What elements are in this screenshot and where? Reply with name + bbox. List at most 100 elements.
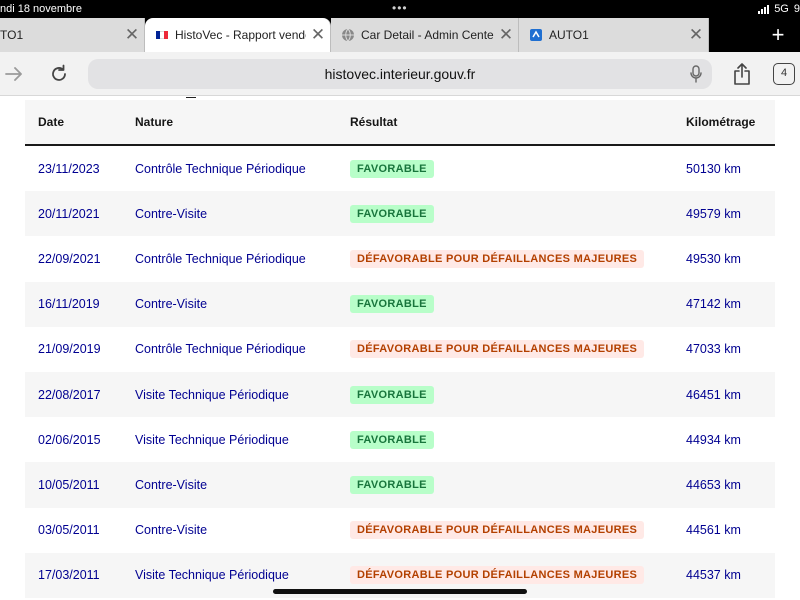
row-date: 20/11/2021: [38, 206, 100, 221]
tabs-icon[interactable]: 4: [773, 63, 795, 85]
header-result: Résultat: [350, 115, 398, 129]
table-row: 10/05/2011 Contre-Visite FAVORABLE 44653 km: [25, 462, 775, 508]
table-body: 23/11/2023 Contrôle Technique Périodique F…: [25, 146, 775, 598]
row-nature: Visite Technique Périodique: [135, 387, 289, 402]
row-nature: Contre-Visite: [135, 477, 208, 492]
header-date: Date: [38, 115, 65, 129]
plus-icon[interactable]: +: [756, 18, 800, 52]
row-date: 21/09/2019: [38, 342, 101, 357]
status-badge: FAVORABLE: [350, 430, 434, 449]
table-row: 20/11/2021 Contre-Visite FAVORABLE 49579 km: [25, 191, 775, 237]
row-date: 16/11/2019: [38, 297, 100, 312]
table-row: 21/09/2019 Contrôle Technique Périodique D…: [25, 327, 775, 372]
tab-bar: TO1 ✕ HistoVec - Rapport vendeur ✕ Car D…: [0, 18, 800, 52]
status-badge: DÉFAVORABLE POUR DÉFAILLANCES MAJEURES: [350, 566, 645, 585]
status-datetime: ndi 18 novembre: [0, 3, 82, 15]
close-icon[interactable]: ✕: [684, 25, 708, 45]
status-badge: DÉFAVORABLE POUR DÉFAILLANCES MAJEURES: [350, 249, 645, 268]
close-icon[interactable]: ✕: [494, 25, 518, 45]
table-row: 22/09/2021 Contrôle Technique Périodique D…: [25, 236, 775, 281]
row-mileage: 49579 km: [686, 206, 741, 221]
flag-icon: [155, 28, 169, 42]
row-mileage: 47142 km: [686, 297, 741, 312]
status-badge: DÉFAVORABLE POUR DÉFAILLANCES MAJEURES: [350, 340, 645, 359]
url-text: histovec.interieur.gouv.fr: [324, 66, 476, 82]
row-nature: Contrôle Technique Périodique: [135, 342, 306, 357]
table-row: 03/05/2011 Contre-Visite DÉFAVORABLE POUR …: [25, 508, 775, 553]
signal-icon: [758, 4, 770, 14]
share-icon[interactable]: [730, 60, 754, 88]
table-row: 22/08/2017 Visite Technique Périodique FAV…: [25, 371, 775, 418]
auto1-icon: [529, 28, 543, 42]
table-header: Date Nature Résultat Kilométrage: [25, 100, 775, 146]
tab-title: AUTO1: [549, 28, 589, 42]
globe-icon: [341, 28, 355, 42]
table-row: 16/11/2019 Contre-Visite FAVORABLE 47142 km: [25, 281, 775, 327]
status-bar: ndi 18 novembre ••• 5G 9: [0, 0, 800, 18]
row-nature: Contrôle Technique Périodique: [135, 251, 306, 266]
inspection-history-table: Date Nature Résultat Kilométrage 23/11/2…: [25, 100, 775, 598]
row-result: DÉFAVORABLE POUR DÉFAILLANCES MAJEURES: [350, 521, 686, 540]
status-badge: DÉFAVORABLE POUR DÉFAILLANCES MAJEURES: [350, 521, 645, 540]
row-date: 22/09/2021: [38, 251, 101, 266]
status-badge: FAVORABLE: [350, 475, 434, 494]
tab-title: Car Detail - Admin Center: [361, 28, 494, 42]
row-result: FAVORABLE: [350, 475, 686, 494]
header-mileage: Kilométrage: [686, 115, 756, 129]
network-label: 5G: [774, 3, 789, 15]
tab-title: TO1: [0, 28, 24, 42]
row-mileage: 44934 km: [686, 432, 741, 447]
page-content: Date Nature Résultat Kilométrage 23/11/2…: [0, 97, 800, 600]
row-result: FAVORABLE: [350, 159, 686, 178]
forward-icon[interactable]: [2, 60, 26, 88]
row-nature: Contre-Visite: [135, 297, 208, 312]
browser-toolbar: histovec.interieur.gouv.fr 4: [0, 52, 800, 96]
row-result: DÉFAVORABLE POUR DÉFAILLANCES MAJEURES: [350, 566, 686, 585]
row-result: FAVORABLE: [350, 430, 686, 449]
row-mileage: 50130 km: [686, 161, 741, 176]
row-date: 23/11/2023: [38, 161, 100, 176]
row-mileage: 47033 km: [686, 342, 741, 357]
tab-auto1-left[interactable]: TO1 ✕: [0, 18, 145, 52]
close-icon[interactable]: ✕: [120, 25, 144, 45]
tab-histovec[interactable]: HistoVec - Rapport vendeur ✕: [145, 18, 331, 52]
table-row: 02/06/2015 Visite Technique Périodique FAV…: [25, 417, 775, 462]
status-badge: FAVORABLE: [350, 159, 434, 178]
row-nature: Contre-Visite: [135, 206, 208, 221]
url-field[interactable]: histovec.interieur.gouv.fr: [88, 59, 712, 89]
reload-icon[interactable]: [46, 60, 72, 88]
row-mileage: 44537 km: [686, 568, 741, 583]
row-mileage: 44561 km: [686, 523, 741, 538]
row-nature: Visite Technique Périodique: [135, 432, 289, 447]
status-right: 5G 9: [758, 3, 800, 15]
row-mileage: 44653 km: [686, 477, 741, 492]
status-badge: FAVORABLE: [350, 204, 434, 223]
row-mileage: 49530 km: [686, 251, 741, 266]
close-icon[interactable]: ✕: [306, 25, 330, 45]
tab-car-detail[interactable]: Car Detail - Admin Center ✕: [331, 18, 519, 52]
row-date: 02/06/2015: [38, 432, 101, 447]
row-date: 22/08/2017: [38, 387, 101, 402]
row-date: 03/05/2011: [38, 523, 100, 538]
status-badge: FAVORABLE: [350, 385, 434, 404]
row-date: 17/03/2011: [38, 568, 100, 583]
row-nature: Contre-Visite: [135, 523, 208, 538]
row-nature: Visite Technique Périodique: [135, 568, 289, 583]
home-indicator[interactable]: [273, 589, 527, 594]
battery-icon: 9: [793, 3, 800, 15]
row-result: DÉFAVORABLE POUR DÉFAILLANCES MAJEURES: [350, 249, 686, 268]
header-nature: Nature: [135, 115, 174, 129]
row-result: FAVORABLE: [350, 385, 686, 404]
tab-title: HistoVec - Rapport vendeur: [175, 28, 306, 42]
row-result: DÉFAVORABLE POUR DÉFAILLANCES MAJEURES: [350, 340, 686, 359]
microphone-icon[interactable]: [690, 65, 702, 86]
multitasking-dots-icon[interactable]: •••: [392, 1, 408, 15]
row-result: FAVORABLE: [350, 204, 686, 223]
row-nature: Contrôle Technique Périodique: [135, 161, 306, 176]
status-badge: FAVORABLE: [350, 295, 434, 314]
row-result: FAVORABLE: [350, 295, 686, 314]
row-date: 10/05/2011: [38, 477, 100, 492]
row-mileage: 46451 km: [686, 387, 741, 402]
table-row: 23/11/2023 Contrôle Technique Périodique F…: [25, 146, 775, 191]
tab-auto1[interactable]: AUTO1 ✕: [519, 18, 709, 52]
